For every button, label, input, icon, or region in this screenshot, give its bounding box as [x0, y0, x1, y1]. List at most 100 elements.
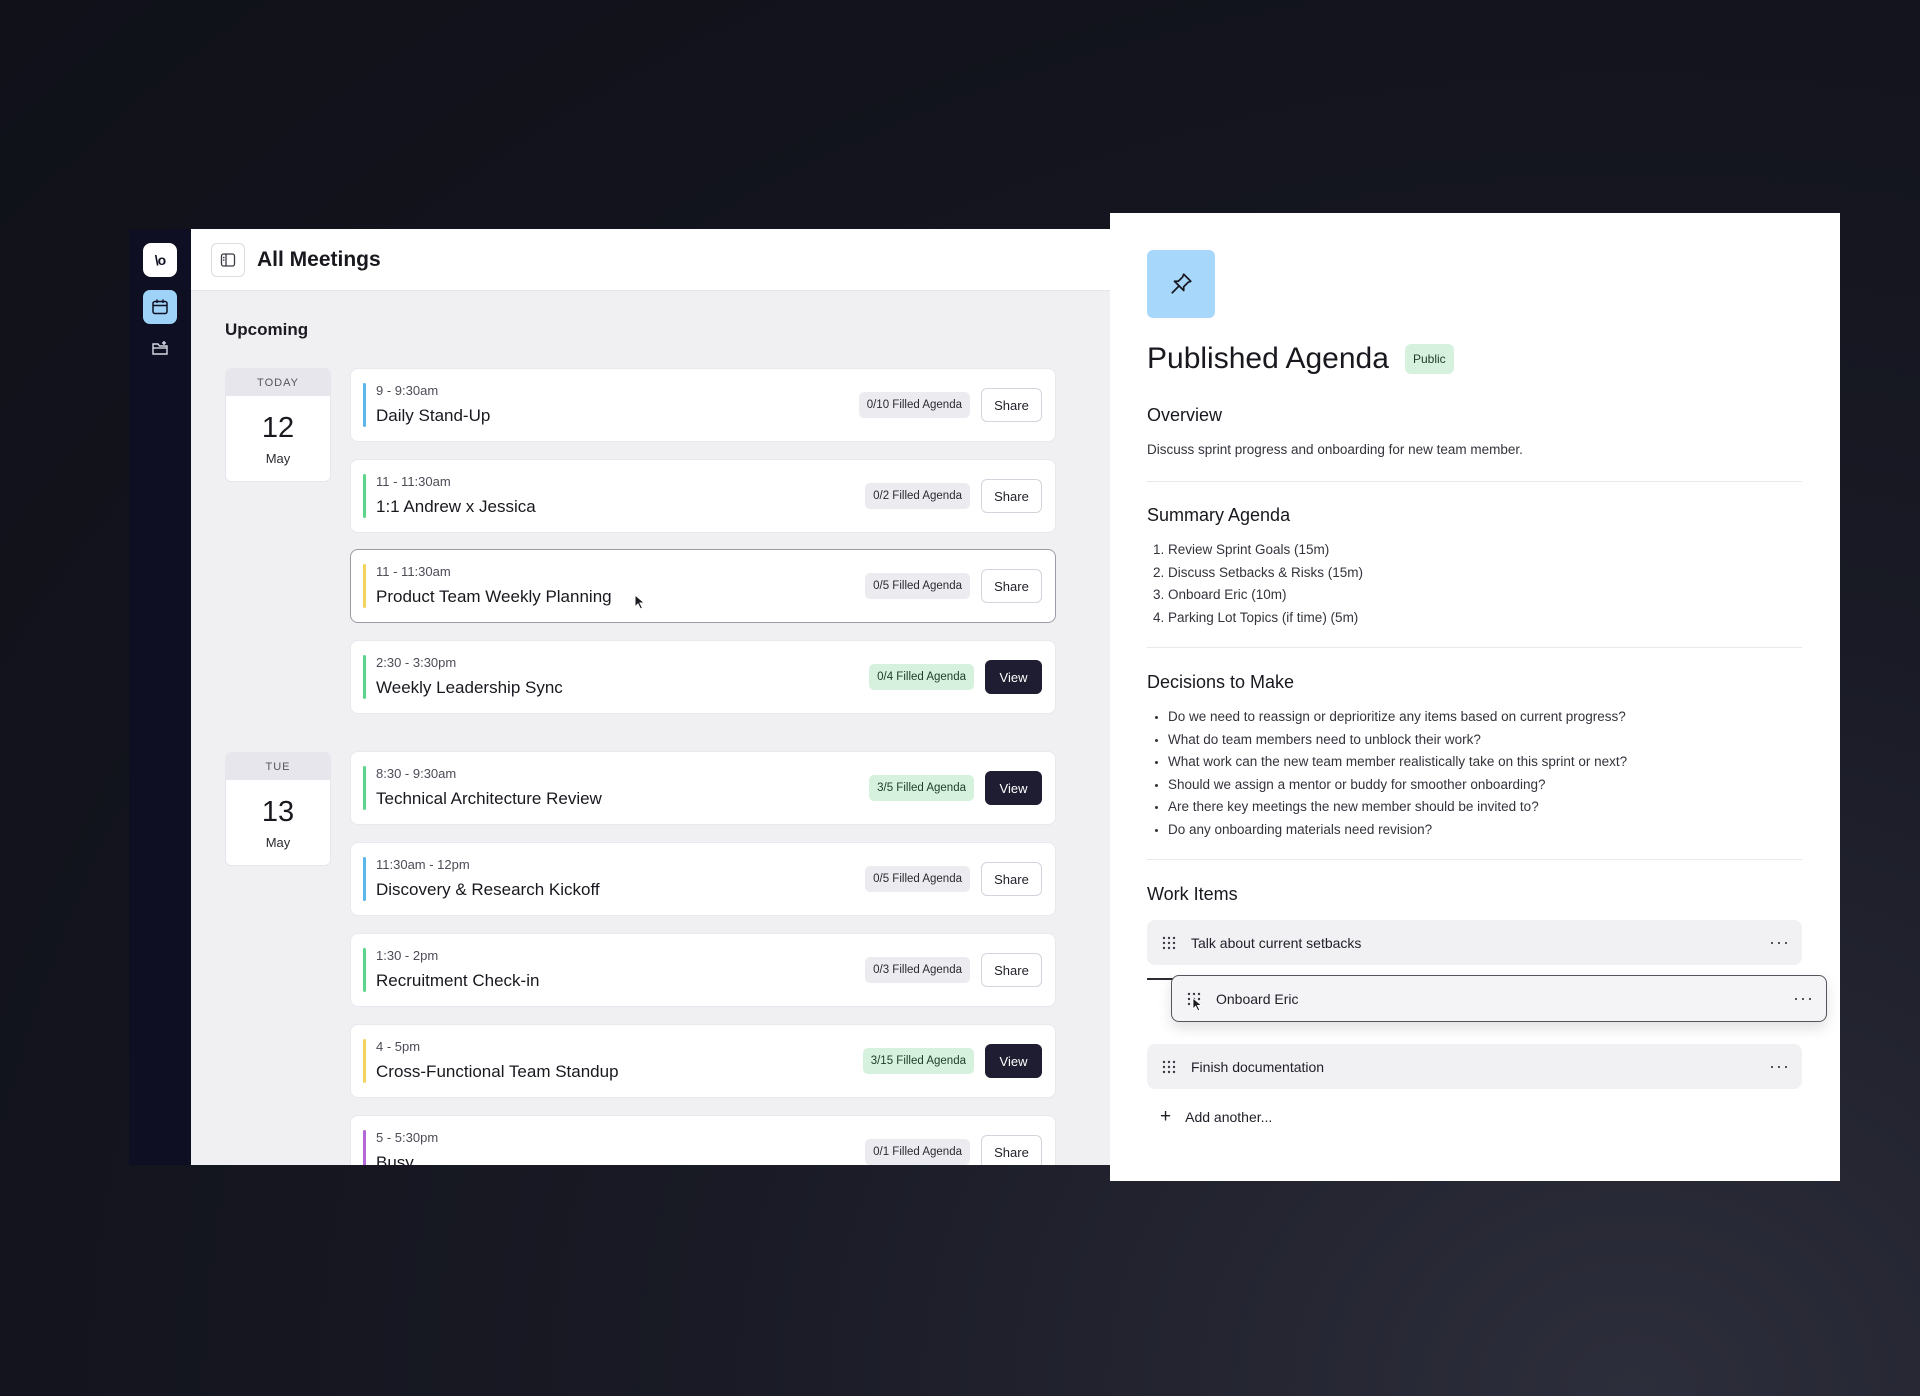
pushpin-icon — [1171, 273, 1192, 294]
meeting-name: Cross-Functional Team Standup — [376, 1062, 619, 1081]
day-of-week: TODAY — [226, 369, 330, 396]
list-item: Do any onboarding materials need revisio… — [1168, 819, 1627, 842]
meeting-card[interactable]: 11:30am - 12pm Discovery & Research Kick… — [350, 842, 1056, 916]
folders-nav-button[interactable] — [143, 331, 177, 365]
meeting-time: 11:30am - 12pm — [376, 857, 470, 872]
share-button[interactable]: Share — [981, 1135, 1042, 1165]
meeting-card[interactable]: 1:30 - 2pm Recruitment Check-in 0/3 Fill… — [350, 933, 1056, 1007]
mouse-cursor-icon — [1192, 997, 1203, 1012]
view-button[interactable]: View — [985, 771, 1042, 805]
decisions-heading: Decisions to Make — [1147, 672, 1295, 692]
meeting-color-bar — [363, 766, 366, 810]
work-item-label: Finish documentation — [1191, 1058, 1325, 1075]
view-button[interactable]: View — [985, 1044, 1042, 1078]
section-divider — [1147, 481, 1802, 482]
meeting-time: 4 - 5pm — [376, 1039, 421, 1054]
meeting-card[interactable]: 5 - 5:30pm Busy 0/1 Filled Agenda Share — [350, 1115, 1056, 1165]
visibility-badge: Public — [1405, 344, 1454, 374]
app-logo[interactable]: \o — [143, 243, 177, 277]
meeting-color-bar — [363, 1130, 366, 1165]
meeting-name: Weekly Leadership Sync — [376, 678, 563, 697]
meeting-card[interactable]: 8:30 - 9:30am Technical Architecture Rev… — [350, 751, 1056, 825]
list-item: What do team members need to unblock the… — [1168, 729, 1627, 752]
work-item-label: Onboard Eric — [1216, 990, 1299, 1007]
summary-agenda-list: Review Sprint Goals (15m) Discuss Setbac… — [1147, 539, 1363, 629]
more-options-icon[interactable]: ··· — [1769, 1056, 1790, 1077]
meeting-time: 5 - 5:30pm — [376, 1130, 439, 1145]
day-number: 12 — [261, 412, 295, 444]
meetings-app-window: \o All Meetings Upcoming TODAY 12 May TU… — [129, 229, 1110, 1165]
calendar-nav-button[interactable] — [143, 290, 177, 324]
work-item[interactable]: Talk about current setbacks ··· — [1147, 920, 1802, 965]
meeting-color-bar — [363, 564, 366, 608]
published-agenda-panel: Published Agenda Public Overview Discuss… — [1110, 213, 1840, 1181]
meeting-card[interactable]: 2:30 - 3:30pm Weekly Leadership Sync 0/4… — [350, 640, 1056, 714]
meeting-name: Busy — [376, 1153, 414, 1165]
meeting-time: 1:30 - 2pm — [376, 948, 439, 963]
agenda-status-badge: 0/2 Filled Agenda — [865, 483, 970, 509]
meeting-name: 1:1 Andrew x Jessica — [376, 497, 536, 516]
meeting-color-bar — [363, 1039, 366, 1083]
share-button[interactable]: Share — [981, 953, 1042, 987]
drag-handle-icon[interactable] — [1161, 935, 1177, 951]
mouse-cursor-icon — [634, 594, 646, 610]
list-item: Do we need to reassign or deprioritize a… — [1168, 706, 1627, 729]
meeting-card[interactable]: 11 - 11:30am Product Team Weekly Plannin… — [350, 549, 1056, 623]
meeting-time: 9 - 9:30am — [376, 383, 439, 398]
meeting-name: Product Team Weekly Planning — [376, 587, 612, 606]
list-item: Parking Lot Topics (if time) (5m) — [1168, 607, 1363, 630]
section-divider — [1147, 859, 1802, 860]
day-card-tue: TUE 13 May — [225, 752, 331, 866]
agenda-title: Published Agenda — [1147, 342, 1389, 375]
summary-agenda-heading: Summary Agenda — [1147, 505, 1291, 525]
agenda-icon-tile — [1147, 250, 1215, 318]
overview-heading: Overview — [1147, 405, 1223, 425]
more-options-icon[interactable]: ··· — [1793, 988, 1814, 1009]
upcoming-heading: Upcoming — [225, 320, 309, 339]
day-of-week: TUE — [226, 753, 330, 780]
list-item: Onboard Eric (10m) — [1168, 584, 1363, 607]
agenda-status-badge: 0/4 Filled Agenda — [869, 664, 974, 690]
work-item-label: Talk about current setbacks — [1191, 934, 1362, 951]
agenda-status-badge: 3/5 Filled Agenda — [869, 775, 974, 801]
share-button[interactable]: Share — [981, 862, 1042, 896]
day-number: 13 — [261, 796, 295, 828]
agenda-status-badge: 0/5 Filled Agenda — [865, 866, 970, 892]
meeting-time: 11 - 11:30am — [376, 564, 451, 579]
meeting-color-bar — [363, 857, 366, 901]
meeting-card[interactable]: 11 - 11:30am 1:1 Andrew x Jessica 0/2 Fi… — [350, 459, 1056, 533]
main-content: All Meetings Upcoming TODAY 12 May TUE 1… — [191, 229, 1110, 1165]
top-bar: All Meetings — [191, 229, 1110, 291]
work-item-dragging[interactable]: Onboard Eric ··· — [1171, 975, 1827, 1022]
day-month: May — [265, 451, 291, 466]
meeting-time: 8:30 - 9:30am — [376, 766, 457, 781]
list-item: Should we assign a mentor or buddy for s… — [1168, 774, 1627, 797]
meeting-color-bar — [363, 474, 366, 518]
day-month: May — [265, 835, 291, 850]
add-work-item-button[interactable]: + Add another... — [1160, 1106, 1272, 1128]
sidebar-toggle-button[interactable] — [211, 242, 245, 277]
meeting-color-bar — [363, 383, 366, 427]
more-options-icon[interactable]: ··· — [1769, 932, 1790, 953]
view-button[interactable]: View — [985, 660, 1042, 694]
meeting-color-bar — [363, 655, 366, 699]
work-item[interactable]: Finish documentation ··· — [1147, 1044, 1802, 1089]
meeting-time: 2:30 - 3:30pm — [376, 655, 457, 670]
agenda-status-badge: 0/10 Filled Agenda — [858, 392, 970, 418]
meeting-card[interactable]: 9 - 9:30am Daily Stand-Up 0/10 Filled Ag… — [350, 368, 1056, 442]
meeting-card[interactable]: 4 - 5pm Cross-Functional Team Standup 3/… — [350, 1024, 1056, 1098]
folder-add-icon — [152, 341, 168, 355]
drag-handle-icon[interactable] — [1161, 1059, 1177, 1075]
meeting-name: Daily Stand-Up — [376, 406, 491, 425]
share-button[interactable]: Share — [981, 569, 1042, 603]
plus-icon: + — [1160, 1106, 1172, 1127]
meeting-name: Technical Architecture Review — [376, 789, 602, 808]
work-items-heading: Work Items — [1147, 884, 1238, 904]
list-item: What work can the new team member realis… — [1168, 751, 1627, 774]
sidebar-toggle-icon — [220, 252, 236, 267]
page-title: All Meetings — [257, 247, 381, 271]
share-button[interactable]: Share — [981, 479, 1042, 513]
share-button[interactable]: Share — [981, 388, 1042, 422]
logo-text: \o — [154, 252, 166, 268]
meeting-time: 11 - 11:30am — [376, 474, 451, 489]
